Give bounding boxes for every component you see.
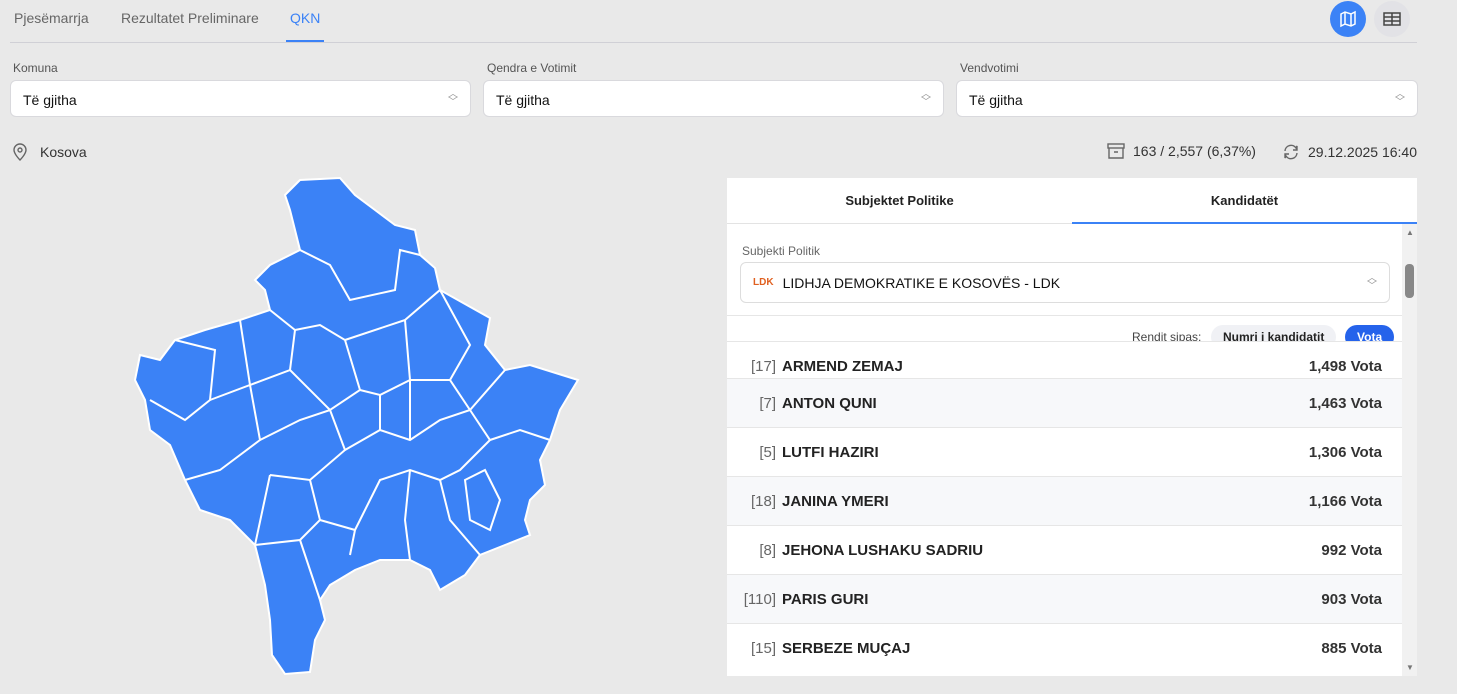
- subject-select[interactable]: LDK LIDHJA DEMOKRATIKE E KOSOVËS - LDK ︿…: [740, 262, 1390, 303]
- candidate-number: [7]: [727, 395, 782, 412]
- candidate-row[interactable]: [7]ANTON QUNI1,463 Vota: [727, 378, 1402, 427]
- refresh-icon: [1282, 143, 1300, 161]
- tab-subjektet-politike[interactable]: Subjektet Politike: [727, 178, 1072, 224]
- map-icon: [1339, 10, 1357, 28]
- candidate-row[interactable]: [15]SERBEZE MUÇAJ885 Vota: [727, 623, 1402, 672]
- counted-stat: 163 / 2,557 (6,37%): [1107, 143, 1256, 159]
- scroll-up-icon[interactable]: ▲: [1406, 228, 1414, 237]
- candidate-name: ANTON QUNI: [782, 395, 1309, 412]
- chevron-updown-icon: ︿﹀: [921, 91, 931, 107]
- candidate-votes: 1,306 Vota: [1309, 444, 1402, 461]
- counted-value: 163 / 2,557 (6,37%): [1133, 143, 1256, 159]
- subject-label: Subjekti Politik: [742, 244, 820, 258]
- divider: [727, 315, 1402, 316]
- map-region-outline[interactable]: [135, 178, 578, 674]
- candidate-number: [8]: [727, 542, 782, 559]
- candidate-name: PARIS GURI: [782, 591, 1321, 608]
- vendvotimi-select[interactable]: Të gjitha ︿﹀: [956, 80, 1418, 117]
- candidate-name: LUTFI HAZIRI: [782, 444, 1309, 461]
- map-view-button[interactable]: [1330, 1, 1366, 37]
- candidate-number: [17]: [727, 358, 782, 375]
- candidate-number: [5]: [727, 444, 782, 461]
- filter-label-vendvotimi: Vendvotimi: [960, 61, 1019, 75]
- subject-value: LIDHJA DEMOKRATIKE E KOSOVËS - LDK: [783, 275, 1060, 291]
- candidate-row[interactable]: [110]PARIS GURI903 Vota: [727, 574, 1402, 623]
- candidate-name: JEHONA LUSHAKU SADRIU: [782, 542, 1321, 559]
- tab-kandidatet[interactable]: Kandidatët: [1072, 178, 1417, 224]
- candidate-votes: 1,463 Vota: [1309, 395, 1402, 412]
- candidate-row[interactable]: [8]JEHONA LUSHAKU SADRIU992 Vota: [727, 525, 1402, 574]
- candidate-votes: 885 Vota: [1321, 640, 1402, 657]
- candidate-number: [15]: [727, 640, 782, 657]
- archive-icon: [1107, 143, 1125, 159]
- candidate-votes: 1,498 Vota: [1309, 358, 1402, 375]
- candidate-list: [17]ARMEND ZEMAJ1,498 Vota [7]ANTON QUNI…: [727, 356, 1402, 676]
- candidate-name: JANINA YMERI: [782, 493, 1309, 510]
- candidate-row[interactable]: [18]JANINA YMERI1,166 Vota: [727, 476, 1402, 525]
- results-panel: Subjektet Politike Kandidatët Subjekti P…: [727, 178, 1417, 676]
- candidate-row[interactable]: [5]LUTFI HAZIRI1,306 Vota: [727, 427, 1402, 476]
- table-icon: [1383, 12, 1401, 26]
- chevron-updown-icon: ︿﹀: [1367, 275, 1377, 291]
- chevron-updown-icon: ︿﹀: [1395, 91, 1405, 107]
- candidate-votes: 1,166 Vota: [1309, 493, 1402, 510]
- scroll-down-icon[interactable]: ▼: [1406, 663, 1414, 672]
- candidate-votes: 992 Vota: [1321, 542, 1402, 559]
- scrollbar[interactable]: ▲ ▼: [1402, 224, 1417, 676]
- updated-stat: 29.12.2025 16:40: [1282, 143, 1417, 161]
- scrollbar-thumb[interactable]: [1405, 264, 1414, 298]
- candidate-name: ARMEND ZEMAJ: [782, 358, 1309, 375]
- candidate-number: [18]: [727, 493, 782, 510]
- candidate-number: [110]: [727, 591, 782, 608]
- updated-value: 29.12.2025 16:40: [1308, 144, 1417, 160]
- candidate-votes: 903 Vota: [1321, 591, 1402, 608]
- table-view-button[interactable]: [1374, 1, 1410, 37]
- candidate-name: SERBEZE MUÇAJ: [782, 640, 1321, 657]
- kosovo-map[interactable]: [0, 0, 727, 694]
- vendvotimi-value: Të gjitha: [969, 92, 1023, 108]
- ldk-logo: LDK: [753, 277, 774, 288]
